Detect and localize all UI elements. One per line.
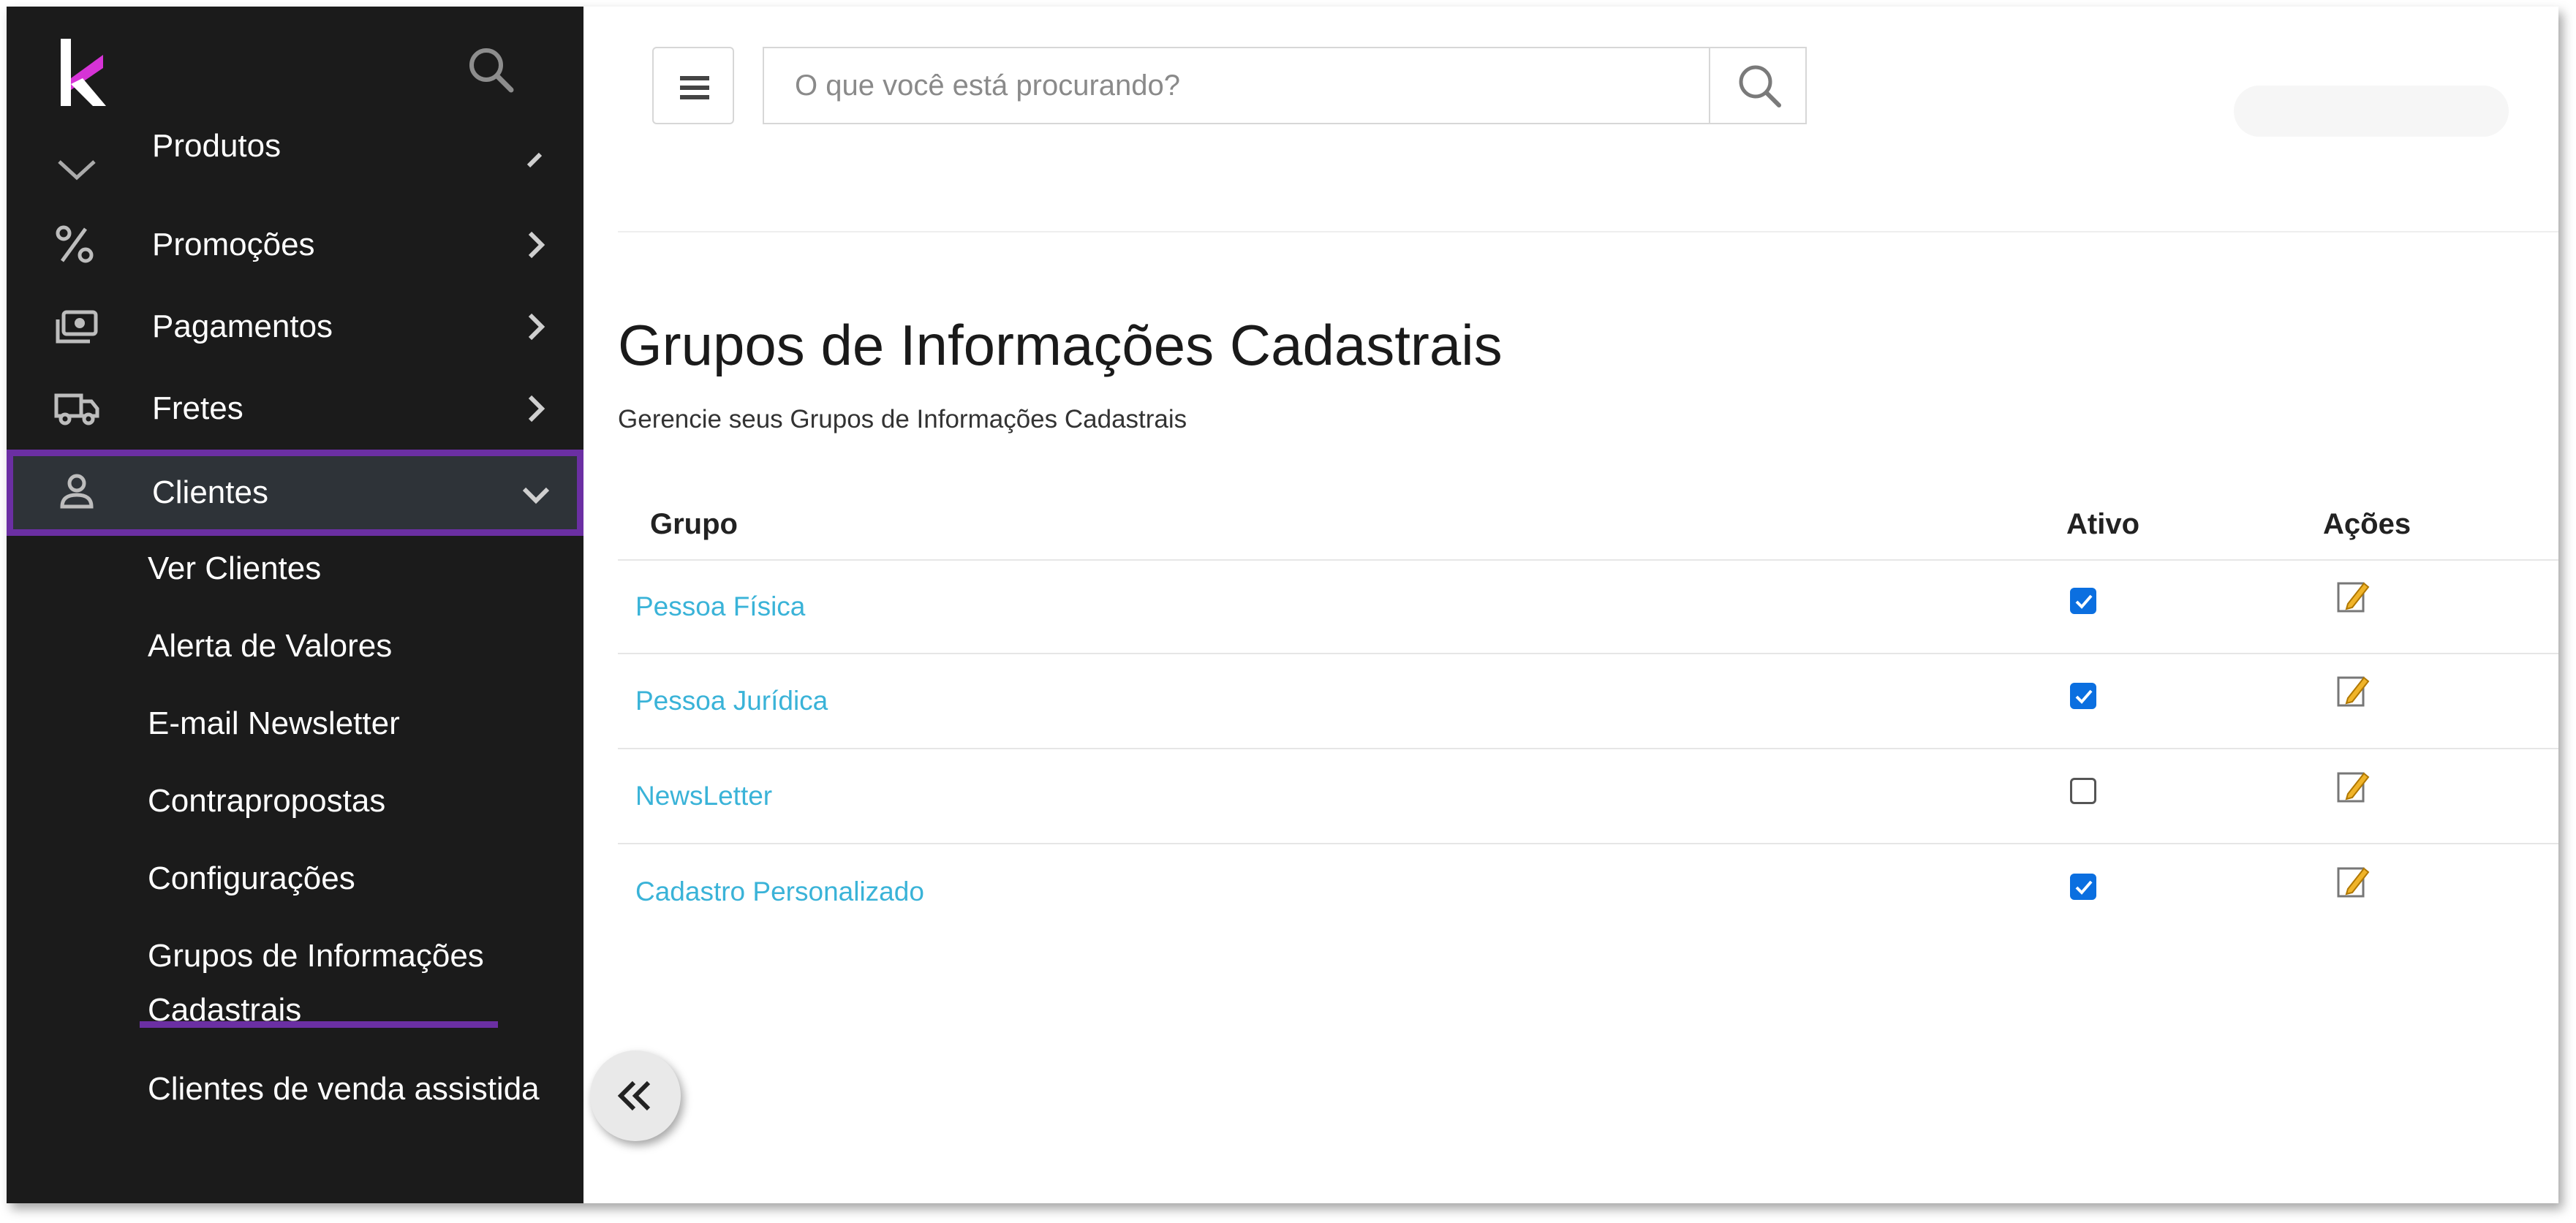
grupo-link[interactable]: Cadastro Personalizado	[635, 876, 924, 907]
double-chevron-left-icon	[617, 1080, 651, 1111]
sidebar-item-label: Produtos	[152, 128, 282, 164]
percent-icon	[56, 225, 94, 263]
sidebar-item-label: Pagamentos	[152, 308, 333, 344]
table-row-divider	[618, 653, 2558, 654]
grupo-link[interactable]: Pessoa Jurídica	[635, 686, 828, 716]
sidebar-subitem-configuracoes[interactable]: Configurações	[148, 860, 355, 897]
ativo-checkbox[interactable]	[2070, 778, 2096, 804]
sidebar-subitem-clientes-venda-assistida[interactable]: Clientes de venda assistida	[148, 1071, 540, 1107]
checkmark-icon	[2075, 689, 2093, 704]
sidebar-item-promocoes[interactable]: Promoções	[7, 204, 583, 286]
hamburger-menu-icon	[680, 76, 709, 99]
search-input[interactable]	[764, 48, 1707, 123]
chevron-right-icon	[528, 313, 545, 341]
grupo-link[interactable]: Pessoa Física	[635, 591, 805, 622]
sidebar-subitem-grupos-line1[interactable]: Grupos de Informações	[148, 938, 484, 974]
sidebar-subitem-alerta-de-valores[interactable]: Alerta de Valores	[148, 628, 392, 664]
chevron-right-icon	[526, 152, 543, 168]
chevron-down-icon	[522, 487, 550, 504]
app-window: Produtos Promoções Pagamentos Fretes Cli…	[7, 7, 2558, 1203]
sidebar-subitem-ver-clientes[interactable]: Ver Clientes	[148, 550, 321, 587]
menu-button[interactable]	[652, 47, 734, 124]
ativo-checkbox[interactable]	[2070, 683, 2096, 709]
brand-k-logo-icon[interactable]	[50, 33, 116, 113]
sidebar: Produtos Promoções Pagamentos Fretes Cli…	[7, 7, 583, 1203]
search-icon[interactable]	[466, 45, 517, 96]
search-icon	[1739, 65, 1781, 107]
chevron-down-icon	[58, 160, 96, 181]
edit-icon[interactable]	[2336, 864, 2370, 899]
column-header-ativo: Ativo	[2066, 508, 2139, 540]
sidebar-item-clientes[interactable]: Clientes	[7, 450, 583, 536]
edit-icon[interactable]	[2336, 579, 2370, 614]
page-subtitle: Gerencie seus Grupos de Informações Cada…	[618, 405, 1187, 433]
table-divider	[618, 559, 2558, 561]
edit-icon[interactable]	[2336, 673, 2370, 708]
chevron-right-icon	[528, 231, 545, 259]
money-icon	[56, 310, 98, 344]
search-button[interactable]	[1709, 48, 1808, 123]
sidebar-item-label: Fretes	[152, 390, 243, 426]
column-header-grupo: Grupo	[650, 508, 738, 540]
sidebar-item-fretes[interactable]: Fretes	[7, 368, 583, 450]
table-row-divider	[618, 843, 2558, 844]
ativo-checkbox[interactable]	[2070, 874, 2096, 900]
sidebar-item-pagamentos[interactable]: Pagamentos	[7, 286, 583, 368]
page-title: Grupos de Informações Cadastrais	[618, 313, 1503, 377]
user-menu-placeholder[interactable]	[2234, 86, 2509, 137]
active-subitem-underline	[140, 1021, 498, 1028]
truck-icon	[54, 393, 99, 425]
header-divider	[618, 231, 2558, 232]
sidebar-subitem-contrapropostas[interactable]: Contrapropostas	[148, 783, 385, 819]
table-row-divider	[618, 748, 2558, 749]
sidebar-item-produtos[interactable]: Produtos	[7, 124, 583, 205]
grupo-link[interactable]: NewsLetter	[635, 781, 772, 811]
checkmark-icon	[2075, 594, 2093, 609]
sidebar-subitem-email-newsletter[interactable]: E-mail Newsletter	[148, 705, 400, 742]
ativo-checkbox[interactable]	[2070, 588, 2096, 614]
checkmark-icon	[2075, 880, 2093, 895]
sidebar-item-label: Promoções	[152, 227, 315, 262]
column-header-acoes: Ações	[2323, 508, 2411, 540]
chevron-right-icon	[528, 395, 545, 423]
sidebar-item-label: Clientes	[152, 474, 268, 510]
user-icon	[60, 474, 94, 509]
collapse-sidebar-button[interactable]	[590, 1050, 681, 1141]
edit-icon[interactable]	[2336, 769, 2370, 804]
search-bar	[763, 47, 1807, 124]
